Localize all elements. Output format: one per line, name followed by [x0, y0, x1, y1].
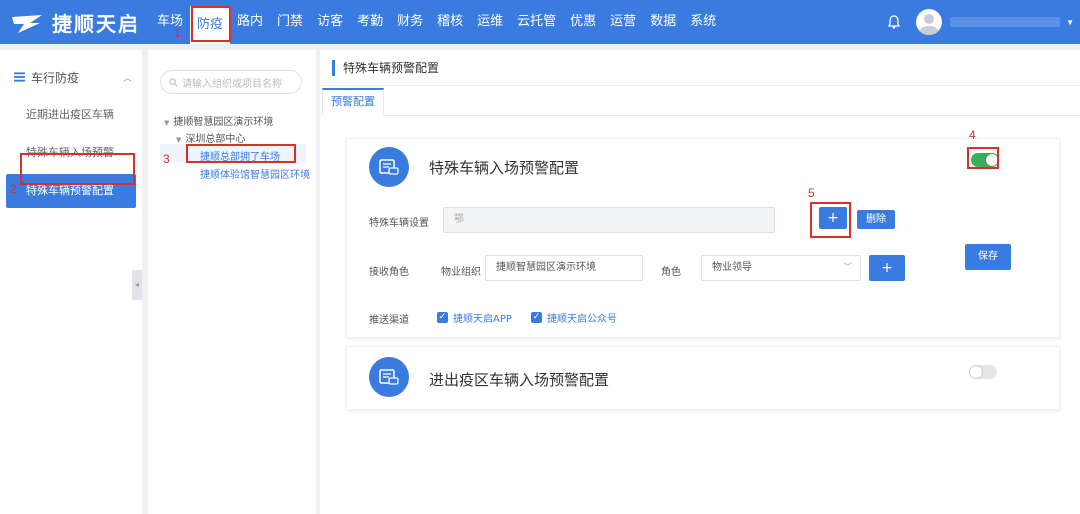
sidebar-item-recent-vehicles[interactable]: 近期进出疫区车辆: [0, 98, 142, 132]
checkbox-checked-icon: ✓: [531, 312, 542, 323]
main-nav: 车场防疫路内门禁访客考勤财务稽核运维云托管优惠运营数据系统: [150, 0, 723, 44]
brand-logo-icon: [10, 11, 44, 35]
nav-item-7[interactable]: 稽核: [430, 0, 470, 44]
annotation-number-1: 1: [174, 26, 181, 40]
nav-item-4[interactable]: 访客: [310, 0, 350, 44]
nav-item-13[interactable]: 系统: [683, 0, 723, 44]
channel-app-label: 捷顺天启APP: [453, 310, 512, 325]
chevron-up-icon[interactable]: ︿: [123, 71, 132, 84]
chevron-down-icon[interactable]: ▼: [1066, 18, 1074, 27]
card-title-special-vehicle: 特殊车辆入场预警配置: [429, 157, 579, 178]
tab-strip: 预警配置: [320, 86, 1080, 116]
vehicle-setting-label: 特殊车辆设置: [369, 214, 429, 229]
main-content: 特殊车辆预警配置 预警配置 特殊车辆入场预警配置 特殊车辆设置 鄂 + 删除 接…: [320, 50, 1080, 514]
annotation-number-3: 3: [163, 152, 170, 166]
add-role-button[interactable]: +: [869, 255, 905, 281]
nav-item-3[interactable]: 门禁: [270, 0, 310, 44]
vehicle-setting-input[interactable]: 鄂: [443, 207, 775, 233]
search-icon: [169, 78, 178, 87]
user-area: ▼: [886, 0, 1080, 44]
brand-logo[interactable]: 捷顺天启: [10, 8, 140, 37]
nav-item-11[interactable]: 运营: [603, 0, 643, 44]
annotation-number-2: 2: [10, 182, 17, 196]
sidebar: 车行防疫 ︿ 近期进出疫区车辆 特殊车辆入场预警 特殊车辆预警配置: [0, 50, 142, 514]
tree-node-demo-env[interactable]: ▼捷顺智慧园区演示环境: [164, 113, 273, 128]
annotation-box-3: [186, 144, 296, 163]
tree-node-experience-hall[interactable]: 捷顺体验馆智慧园区环境: [200, 166, 310, 181]
epidemic-area-alert-toggle[interactable]: [969, 365, 997, 379]
nav-item-8[interactable]: 运维: [470, 0, 510, 44]
annotation-number-4: 4: [969, 128, 976, 142]
role-select-value: 物业领导: [712, 262, 752, 273]
checkbox-checked-icon: ✓: [437, 312, 448, 323]
annotation-number-5: 5: [808, 186, 815, 200]
username-redacted[interactable]: [950, 17, 1060, 27]
delete-vehicle-button[interactable]: 删除: [857, 210, 895, 229]
bell-icon[interactable]: [886, 14, 902, 30]
nav-item-6[interactable]: 财务: [390, 0, 430, 44]
nav-item-12[interactable]: 数据: [643, 0, 683, 44]
tab-alert-config[interactable]: 预警配置: [322, 88, 384, 116]
nav-item-5[interactable]: 考勤: [350, 0, 390, 44]
epidemic-area-alert-card: 进出疫区车辆入场预警配置: [346, 346, 1060, 410]
push-channel-label: 推送渠道: [369, 311, 409, 326]
annotation-box-4: [967, 147, 999, 169]
nav-item-10[interactable]: 优惠: [563, 0, 603, 44]
brand-name: 捷顺天启: [52, 8, 140, 37]
channel-app-checkbox[interactable]: ✓ 捷顺天启APP: [437, 310, 512, 325]
caret-down-icon[interactable]: ▼: [176, 136, 181, 144]
caret-down-icon[interactable]: ▼: [164, 119, 169, 127]
tree-node-shenzhen-hq[interactable]: ▼深圳总部中心: [176, 130, 245, 145]
org-select[interactable]: 捷顺智慧园区演示环境: [485, 255, 643, 281]
org-search-placeholder: 请输入组织或项目名称: [182, 75, 282, 90]
annotation-box-2: [20, 153, 135, 185]
toggle-knob: [970, 366, 982, 378]
sidebar-group[interactable]: 车行防疫 ︿: [0, 58, 142, 96]
title-accent-bar: [332, 60, 335, 76]
role-select[interactable]: 物业领导 ﹀: [701, 255, 861, 281]
channel-wechat-checkbox[interactable]: ✓ 捷顺天启公众号: [531, 310, 617, 325]
chevron-down-icon: ﹀: [843, 256, 852, 280]
nav-item-0[interactable]: 车场: [150, 0, 190, 44]
role-label: 角色: [661, 263, 681, 278]
page-header: 特殊车辆预警配置: [320, 50, 1080, 86]
nav-item-2[interactable]: 路内: [230, 0, 270, 44]
annotation-box-5: [810, 202, 851, 238]
receive-role-label: 接收角色: [369, 263, 409, 278]
nav-item-9[interactable]: 云托管: [510, 0, 563, 44]
vehicle-alert-icon: [369, 147, 409, 187]
sidebar-group-label: 车行防疫: [31, 69, 79, 86]
org-label: 物业组织: [441, 263, 481, 278]
sidebar-collapse-handle[interactable]: ◂: [132, 270, 142, 300]
card-title-epidemic-area: 进出疫区车辆入场预警配置: [429, 369, 609, 390]
org-tree-panel: 请输入组织或项目名称 ▼捷顺智慧园区演示环境 ▼深圳总部中心 捷顺总部拥了车场 …: [148, 50, 316, 514]
page-title: 特殊车辆预警配置: [343, 59, 439, 76]
annotation-box-1: [191, 6, 231, 42]
vehicle-alert-icon: [369, 357, 409, 397]
channel-wechat-label: 捷顺天启公众号: [547, 310, 617, 325]
list-icon: [14, 72, 25, 82]
special-vehicle-alert-card: 特殊车辆入场预警配置 特殊车辆设置 鄂 + 删除 接收角色 物业组织 捷顺智慧园…: [346, 138, 1060, 338]
top-bar: 捷顺天启 车场防疫路内门禁访客考勤财务稽核运维云托管优惠运营数据系统 ▼: [0, 0, 1080, 44]
save-button[interactable]: 保存: [965, 244, 1011, 270]
avatar[interactable]: [916, 9, 942, 35]
org-search-input[interactable]: 请输入组织或项目名称: [160, 70, 302, 94]
